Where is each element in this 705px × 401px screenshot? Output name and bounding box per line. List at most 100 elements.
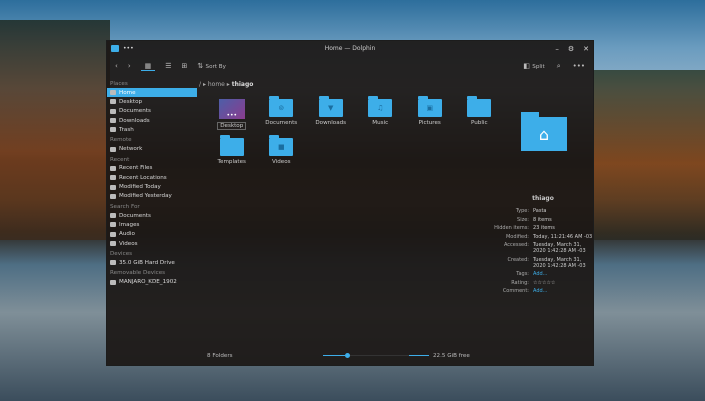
info-row-created: Created: Tuesday, March 31, 2020 1:42:28 … — [491, 257, 595, 269]
info-key: Type: — [515, 208, 529, 214]
info-key: Tags: — [516, 271, 529, 277]
places-panel: Places Home Desktop Documents Downloads Trash… — [107, 78, 197, 287]
documents-folder-icon: ⊚ — [269, 96, 294, 117]
info-key: Created: — [507, 256, 529, 263]
file-name: Music — [372, 120, 389, 126]
info-value: Tuesday, March 31, 2020 1:42:28 AM -03 — [533, 256, 586, 269]
info-value: Today, 11:21:46 AM -03 — [533, 233, 593, 240]
sidebar-item-recent-files[interactable]: Recent Files — [107, 164, 197, 173]
sidebar-item-label: Recent Locations — [119, 174, 167, 181]
file-name: Pictures — [418, 120, 441, 126]
sidebar-item-35-0-gib-hard-drive[interactable]: 35.0 GiB Hard Drive — [107, 258, 197, 267]
network-icon — [110, 146, 116, 152]
sidebar-item-label: Desktop — [119, 98, 143, 105]
sidebar-item-label: MANJARO_KDE_1902 — [119, 279, 177, 286]
sidebar-item-audio[interactable]: Audio — [107, 230, 197, 239]
section-header-remote: Remote — [110, 137, 132, 144]
rating-stars[interactable]: ☆☆☆☆☆ — [533, 280, 595, 286]
breadcrumb-thiago[interactable]: thiago — [232, 81, 254, 88]
file-item-downloads[interactable]: ▼ Downloads — [306, 96, 356, 130]
split-icon: ◧ — [523, 62, 531, 70]
section-header-devices: Devices — [110, 251, 133, 258]
breadcrumb-root[interactable]: / — [199, 81, 201, 88]
35-0-gib-hard-drive-icon — [110, 260, 116, 266]
split-button[interactable]: ◧ Split — [523, 62, 544, 70]
sidebar-item-label: Recent Files — [119, 165, 153, 172]
search-button[interactable]: ⌕ — [557, 62, 561, 71]
sort-icon: ⇅ — [197, 62, 204, 70]
sidebar-item-documents[interactable]: Documents — [107, 107, 197, 116]
file-name: Videos — [271, 159, 291, 165]
close-button[interactable]: ✕ — [583, 45, 589, 53]
section-header-removable-devices: Removable Devices — [110, 270, 166, 277]
maximize-button[interactable]: ⚙ — [568, 45, 574, 53]
desktop-folder-icon: ••• — [218, 99, 245, 119]
sidebar-item-home[interactable]: Home — [107, 88, 197, 98]
pictures-folder-icon: ▣ — [417, 96, 442, 117]
file-item-desktop[interactable]: ••• Desktop — [207, 99, 257, 130]
sidebar-item-downloads[interactable]: Downloads — [107, 116, 197, 125]
documents-icon — [110, 213, 116, 219]
add-link[interactable]: Add... — [533, 288, 595, 294]
file-name: Downloads — [315, 120, 347, 126]
toolbar: ‹ › ▦ ☰ ⊞ ⇅ Sort By ◧ Split ⌕ ••• — [107, 56, 593, 76]
downloads-folder-icon: ▼ — [318, 96, 343, 117]
info-key: Modified: — [505, 233, 529, 240]
sidebar-item-modified-today[interactable]: Modified Today — [107, 182, 197, 191]
info-row-hidden-items: Hidden items: 23 items — [491, 225, 595, 231]
add-link[interactable]: Add... — [533, 271, 595, 277]
sidebar-item-label: Modified Yesterday — [119, 193, 172, 200]
sidebar-item-images[interactable]: Images — [107, 220, 197, 229]
sidebar-item-label: Videos — [119, 240, 138, 247]
split-label: Split — [532, 64, 545, 70]
sidebar-item-trash[interactable]: Trash — [107, 125, 197, 134]
sidebar-item-recent-locations[interactable]: Recent Locations — [107, 173, 197, 182]
file-name: Desktop — [217, 122, 247, 130]
sidebar-item-network[interactable]: Network — [107, 144, 197, 153]
sidebar-item-desktop[interactable]: Desktop — [107, 97, 197, 106]
section-header-recent: Recent — [110, 156, 130, 163]
zoom-slider-handle[interactable] — [345, 353, 350, 358]
sidebar-item-label: Images — [119, 221, 140, 228]
sidebar-item-label: 35.0 GiB Hard Drive — [119, 259, 175, 266]
details-view-button[interactable]: ⊞ — [182, 62, 188, 70]
sidebar-item-videos[interactable]: Videos — [107, 239, 197, 248]
info-key: Accessed: — [503, 242, 529, 248]
file-item-documents[interactable]: ⊚ Documents — [257, 96, 307, 130]
back-button[interactable]: ‹ — [115, 62, 118, 70]
icons-view-button[interactable]: ▦ — [140, 62, 156, 71]
forward-button[interactable]: › — [128, 62, 131, 70]
file-item-pictures[interactable]: ▣ Pictures — [405, 96, 455, 130]
music-folder-icon: ♫ — [368, 96, 393, 117]
audio-icon — [110, 231, 116, 237]
file-item-templates[interactable]: Templates — [207, 135, 257, 165]
sidebar-item-documents[interactable]: Documents — [107, 211, 197, 220]
info-value: 8 items — [533, 216, 552, 223]
sort-by-button[interactable]: ⇅ Sort By — [197, 62, 226, 70]
file-item-videos[interactable]: ■ Videos — [257, 135, 307, 165]
more-button[interactable]: ••• — [573, 62, 585, 70]
videos-folder-icon: ■ — [269, 135, 294, 156]
sidebar-item-label: Modified Today — [119, 184, 161, 191]
sidebar-item-modified-yesterday[interactable]: Modified Yesterday — [107, 192, 197, 201]
free-space-label: 22.5 GiB free — [433, 353, 470, 359]
images-icon — [110, 222, 116, 228]
sidebar-item-manjaro-kde-1902[interactable]: MANJARO_KDE_1902 — [107, 277, 197, 286]
breadcrumb-home[interactable]: home — [208, 81, 225, 88]
recent-locations-icon — [110, 175, 116, 181]
information-panel: ⌂ thiago Type: Pasta Size: 8 items Hidden it… — [491, 99, 595, 297]
modified-yesterday-icon — [110, 193, 116, 199]
manjaro-kde-1902-icon — [110, 279, 116, 285]
desktop-wallpaper-left — [0, 20, 110, 240]
compact-view-button[interactable]: ☰ — [165, 62, 171, 70]
info-value: Tuesday, March 31, 2020 1:42:28 AM -03 — [533, 242, 586, 254]
minimize-button[interactable]: – — [555, 45, 559, 53]
sort-by-label: Sort By — [205, 64, 226, 70]
recent-files-icon — [110, 165, 116, 171]
file-name: Public — [470, 120, 488, 126]
info-row-rating: Rating: ☆☆☆☆☆ — [491, 280, 595, 286]
file-item-music[interactable]: ♫ Music — [356, 96, 406, 130]
info-value: Pasta — [533, 208, 547, 214]
section-header-places: Places — [110, 81, 128, 87]
status-bar: 8 Folders 22.5 GiB free — [197, 351, 593, 361]
